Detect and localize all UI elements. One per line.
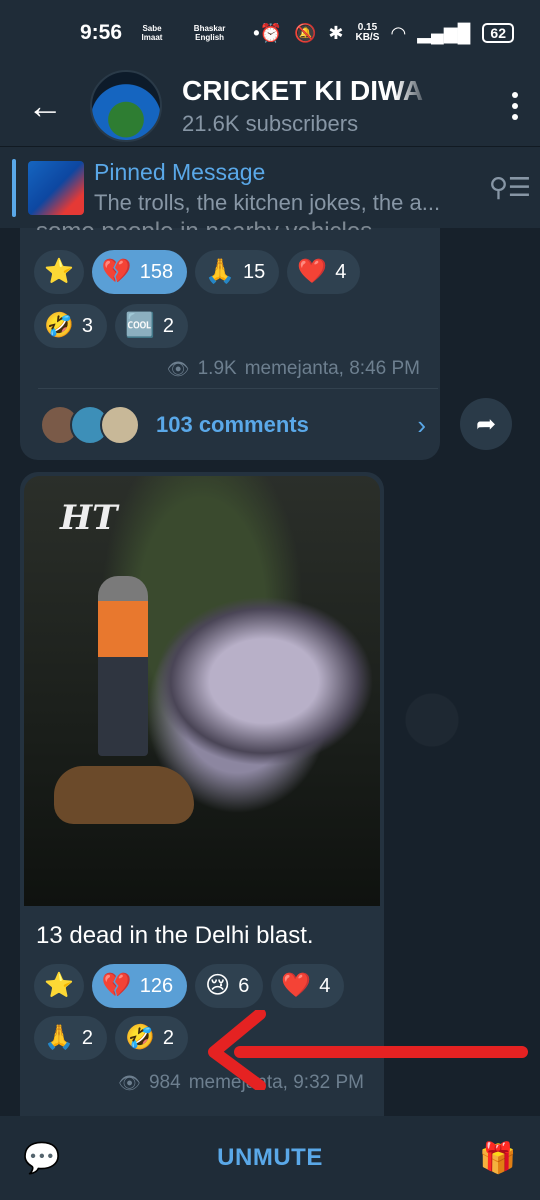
bottom-bar: 💬 UNMUTE 🎁 <box>0 1116 540 1200</box>
reaction-star[interactable]: ⭐ <box>34 250 84 294</box>
reaction-count: 15 <box>243 260 266 283</box>
reaction-pray[interactable]: 🙏 2 <box>34 1016 108 1060</box>
reaction-pray[interactable]: 🙏 15 <box>195 250 280 294</box>
reactions-row: ⭐ 💔 126 😢 6 ❤️ 4 <box>34 964 345 1008</box>
status-icons: ⏰ 🔕 ✱ 0.15 KB/S ◠ ▂▄▆█ 62 <box>260 23 514 44</box>
author-time: memejanta, 8:46 PM <box>244 358 420 379</box>
annotation-arrow <box>208 1010 528 1090</box>
pinned-list-icon[interactable]: ⚲☰ <box>480 172 540 203</box>
pinned-text-block: Pinned Message The trolls, the kitchen j… <box>94 159 480 216</box>
share-icon[interactable]: ➦ <box>460 398 512 450</box>
reaction-heart[interactable]: ❤️ 4 <box>287 250 361 294</box>
cry-icon: 😢 <box>205 972 231 999</box>
reaction-cry[interactable]: 😢 6 <box>195 964 264 1008</box>
reaction-count: 2 <box>162 1026 175 1049</box>
channel-title-block[interactable]: CRICKET KI DIWA 🔇 21.6K subscribers <box>182 75 490 137</box>
heart-icon: ❤️ <box>281 972 312 999</box>
reaction-count: 2 <box>81 1026 94 1049</box>
reaction-count: 4 <box>319 974 331 997</box>
eye-icon: 👁 <box>118 1072 141 1093</box>
commenter-avatars <box>40 405 140 445</box>
star-icon: ⭐ <box>44 258 74 285</box>
divider <box>38 388 438 389</box>
view-count: 984 <box>148 1072 181 1093</box>
alarm-icon: ⏰ <box>259 22 282 43</box>
pinned-thumbnail <box>28 160 84 215</box>
pray-icon: 🙏 <box>205 258 236 285</box>
photo-watermark: HT <box>60 498 118 538</box>
reaction-count: 4 <box>335 260 347 283</box>
avatar <box>100 405 140 445</box>
broken-heart-icon: 💔 <box>101 258 132 285</box>
reaction-count: 3 <box>81 314 94 337</box>
reaction-count: 6 <box>238 974 250 997</box>
message-caption: 13 dead in the Delhi blast. <box>36 922 314 949</box>
unmute-button[interactable]: UNMUTE <box>217 1144 323 1172</box>
message-bubble[interactable]: some people in nearby vehicles. ⭐ 💔 158 🙏… <box>20 218 440 460</box>
more-options-icon[interactable] <box>490 92 540 120</box>
reactions-row: 🙏 2 🤣 2 <box>34 1016 189 1060</box>
star-icon: ⭐ <box>44 972 74 999</box>
notification-icon-2: Bhaskar English <box>193 24 226 42</box>
wifi-icon: ◠ <box>391 22 406 43</box>
status-bar: 9:56 Sabe Imaat Bhaskar English • ⏰ 🔕 ✱ … <box>0 0 540 66</box>
channel-avatar[interactable] <box>90 70 162 142</box>
chat-bubble-icon[interactable]: 💬 <box>22 1138 62 1178</box>
gift-icon[interactable]: 🎁 <box>478 1138 518 1178</box>
photo-person <box>98 576 148 756</box>
back-arrow-icon[interactable]: ← <box>0 66 90 146</box>
battery-indicator: 62 <box>482 23 514 43</box>
message-photo[interactable]: HT <box>24 476 380 906</box>
cool-icon: 🆒 <box>125 312 155 339</box>
reaction-star[interactable]: ⭐ <box>34 964 84 1008</box>
notification-icon-1: Sabe Imaat <box>141 24 163 42</box>
speed-unit: KB/S <box>355 32 380 43</box>
pinned-message-bar[interactable]: Pinned Message The trolls, the kitchen j… <box>0 146 540 228</box>
reactions-row: 🤣 3 🆒 2 <box>34 304 189 348</box>
heart-icon: ❤️ <box>297 258 328 285</box>
photo-wreck <box>154 596 374 766</box>
pray-icon: 🙏 <box>44 1024 74 1051</box>
comments-count: 103 comments <box>156 412 309 437</box>
rofl-icon: 🤣 <box>44 312 74 339</box>
pinned-indicator <box>12 158 16 217</box>
reaction-count: 2 <box>162 314 175 337</box>
reaction-broken-heart[interactable]: 💔 126 <box>91 964 188 1008</box>
subscriber-count: 21.6K subscribers <box>182 111 359 136</box>
reaction-rofl[interactable]: 🤣 2 <box>115 1016 189 1060</box>
message-meta: 👁 1.9K memejanta, 8:46 PM <box>167 358 420 380</box>
photo-dog <box>54 766 194 824</box>
bluetooth-icon: ✱ <box>328 22 344 43</box>
reaction-cool[interactable]: 🆒 2 <box>115 304 189 348</box>
reactions-row: ⭐ 💔 158 🙏 15 ❤️ 4 <box>34 250 361 294</box>
silent-icon: 🔕 <box>293 22 317 43</box>
comments-button[interactable]: 103 comments › <box>40 400 440 450</box>
pinned-preview: The trolls, the kitchen jokes, the a... <box>94 190 441 215</box>
message-text-partial: some people in nearby vehicles. <box>36 218 426 230</box>
rofl-icon: 🤣 <box>125 1024 155 1051</box>
signal-icon: ▂▄▆█ <box>417 22 471 43</box>
view-count: 1.9K <box>197 358 237 379</box>
broken-heart-icon: 💔 <box>101 972 132 999</box>
channel-title: CRICKET KI DIWA <box>182 75 424 106</box>
eye-icon: 👁 <box>166 358 190 379</box>
reaction-count: 126 <box>139 974 174 997</box>
reaction-rofl[interactable]: 🤣 3 <box>34 304 108 348</box>
network-speed: 0.15 KB/S <box>355 23 379 43</box>
chevron-right-icon: › <box>417 409 426 440</box>
reaction-heart[interactable]: ❤️ 4 <box>271 964 345 1008</box>
chat-header[interactable]: ← CRICKET KI DIWA 🔇 21.6K subscribers <box>0 66 540 146</box>
reaction-count: 158 <box>139 260 174 283</box>
status-time: 9:56 <box>80 21 123 44</box>
pinned-title: Pinned Message <box>94 159 266 185</box>
reaction-broken-heart[interactable]: 💔 158 <box>91 250 188 294</box>
